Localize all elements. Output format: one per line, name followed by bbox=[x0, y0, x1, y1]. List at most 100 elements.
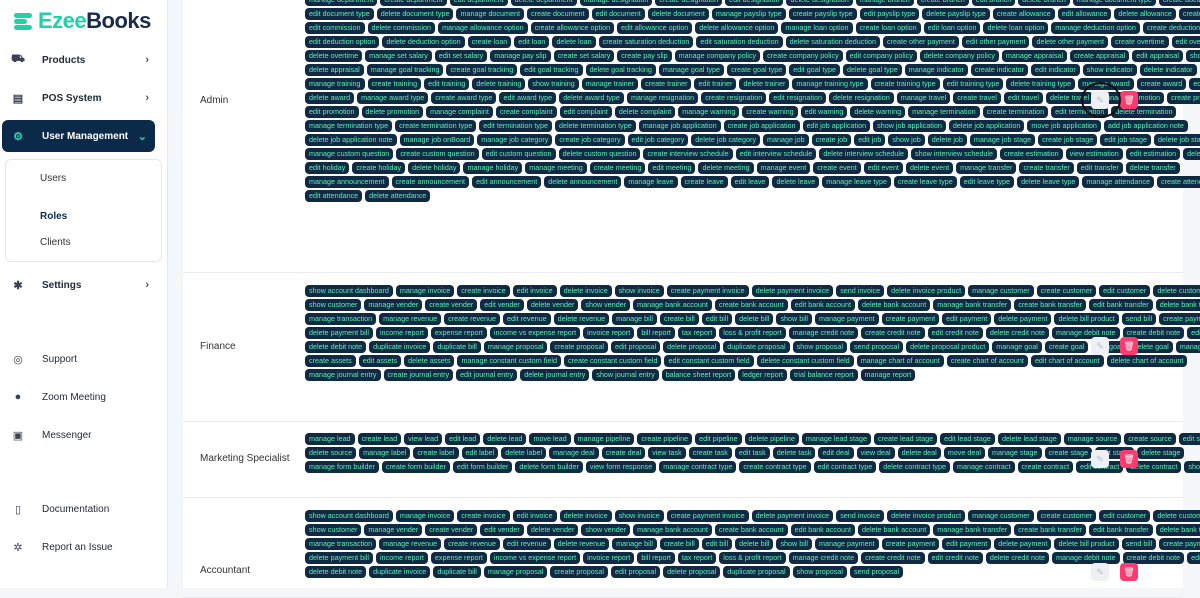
permission-badge: manage contract bbox=[952, 461, 1015, 473]
delete-role-button[interactable]: 🗑 bbox=[1120, 337, 1138, 355]
permission-badge: manage bank account bbox=[633, 299, 712, 311]
pencil-icon: ✎ bbox=[1096, 340, 1104, 351]
permission-badge: manage trainer bbox=[581, 78, 639, 90]
permission-badge: create proposal bbox=[550, 341, 608, 353]
document-icon: ▯ bbox=[14, 503, 22, 516]
permission-badge: edit promotion bbox=[305, 106, 359, 118]
permission-badge: manage goal type bbox=[658, 64, 725, 76]
permission-badge: delete debit note bbox=[305, 566, 367, 578]
permission-badge: create meeting bbox=[589, 162, 646, 174]
edit-role-button[interactable]: ✎ bbox=[1091, 563, 1109, 581]
permission-badge: edit deduction option bbox=[305, 36, 380, 48]
permission-badge: delete deduction option bbox=[382, 36, 465, 48]
permission-list: show account dashboard manage invoice crea… bbox=[305, 285, 1200, 383]
sidebar-item-support[interactable]: ◎ Support bbox=[2, 343, 157, 375]
permission-badge: delete complaint bbox=[614, 106, 676, 118]
permission-badge: edit trainer bbox=[694, 78, 737, 90]
permission-badge: edit event bbox=[863, 162, 903, 174]
permission-badge: create bank account bbox=[714, 299, 788, 311]
permission-badge: edit contract type bbox=[813, 461, 877, 473]
permission-badge: manage goal tracking bbox=[366, 64, 444, 76]
permission-badge: manage complaint bbox=[426, 106, 493, 118]
permission-badge: ledger report bbox=[738, 369, 787, 381]
highlight-circle bbox=[1081, 82, 1121, 118]
permission-badge: edit loan option bbox=[923, 22, 981, 34]
permission-badge: manage transaction bbox=[305, 313, 377, 325]
permission-badge: edit label bbox=[461, 447, 499, 459]
permission-badge: manage vender bbox=[364, 524, 423, 536]
delete-role-button[interactable]: 🗑 bbox=[1120, 91, 1138, 109]
permission-badge: edit payslip type bbox=[859, 8, 920, 20]
delete-role-button[interactable]: 🗑 bbox=[1120, 563, 1138, 581]
support-icon: ◎ bbox=[13, 353, 23, 366]
sidebar-subitem-users[interactable]: Users bbox=[40, 173, 66, 184]
permission-badge: manage job bbox=[763, 134, 809, 146]
sidebar-subitem-roles[interactable]: Roles bbox=[40, 211, 67, 222]
permission-badge: tax report bbox=[677, 327, 717, 339]
permission-badge: create saturation deduction bbox=[598, 36, 694, 48]
permission-badge: manage vender bbox=[364, 299, 423, 311]
permission-badge: edit transfer bbox=[1076, 162, 1123, 174]
sidebar-item-pos[interactable]: ▤ POS System › bbox=[2, 82, 157, 114]
app-logo[interactable]: EzeeBooks bbox=[12, 8, 151, 34]
sidebar-subitem-clients[interactable]: Clients bbox=[40, 237, 71, 248]
permission-badge: create payment bbox=[881, 313, 940, 325]
permission-badge: manage meeting bbox=[525, 162, 587, 174]
gear-icon: ✱ bbox=[13, 279, 23, 292]
permission-badge: manage job stage bbox=[969, 134, 1036, 146]
sidebar-item-products[interactable]: ⛟ Products › bbox=[2, 44, 157, 76]
permission-badge: add job application note bbox=[1103, 120, 1188, 132]
sidebar-item-report-issue[interactable]: ✲ Report an Issue bbox=[2, 531, 157, 563]
sidebar-item-settings[interactable]: ✱ Settings › bbox=[2, 269, 157, 301]
permission-badge: manage holiday bbox=[463, 162, 523, 174]
permission-badge: delete proposal bbox=[663, 566, 721, 578]
permission-badge: edit leave type bbox=[959, 176, 1015, 188]
edit-role-button[interactable]: ✎ bbox=[1091, 450, 1109, 468]
permission-badge: expense report bbox=[430, 327, 487, 339]
sidebar-item-messenger[interactable]: ▣ Messenger bbox=[2, 419, 157, 451]
permission-badge: show customer bbox=[305, 299, 362, 311]
permission-badge: create payslip type bbox=[788, 8, 857, 20]
permission-badge: delete constant custom field bbox=[756, 355, 854, 367]
permission-badge: manage report bbox=[860, 369, 916, 381]
sidebar-item-zoom-meeting[interactable]: ● Zoom Meeting bbox=[2, 381, 157, 413]
sidebar-item-label: Products bbox=[42, 54, 86, 66]
sidebar-item-documentation[interactable]: ▯ Documentation bbox=[2, 493, 157, 525]
permission-badge: edit award type bbox=[499, 92, 557, 104]
permission-badge: create appraisal bbox=[1070, 50, 1130, 62]
permission-badge: edit deal bbox=[818, 447, 854, 459]
sidebar-item-user-management[interactable]: ⚙ User Management ⌄ bbox=[2, 120, 155, 152]
permission-badge: create job stage bbox=[1038, 134, 1098, 146]
permission-badge: delete payslip type bbox=[922, 8, 990, 20]
edit-role-button[interactable]: ✎ bbox=[1091, 337, 1109, 355]
permission-badge: manage announcement bbox=[305, 176, 389, 188]
permission-badge: manage proposal bbox=[483, 341, 548, 353]
permission-badge: tax report bbox=[677, 552, 717, 564]
permission-badge: create job bbox=[811, 134, 852, 146]
delete-role-button[interactable]: 🗑 bbox=[1120, 450, 1138, 468]
permission-badge: create resignation bbox=[701, 92, 767, 104]
permission-badge: delete termination type bbox=[554, 120, 636, 132]
permission-badge: create stage bbox=[1044, 447, 1093, 459]
permission-badge: manage source bbox=[1063, 433, 1122, 445]
permission-badge: create payment bill bbox=[1159, 538, 1200, 550]
permission-badge: delete goal type bbox=[842, 64, 902, 76]
permission-badge: edit journal entry bbox=[456, 369, 518, 381]
permission-badge: edit complaint bbox=[559, 106, 612, 118]
users-icon: ⚙ bbox=[13, 130, 23, 143]
permission-badge: edit attendance bbox=[305, 190, 363, 202]
permission-badge: edit indicator bbox=[1031, 64, 1080, 76]
permission-badge: delete credit note bbox=[985, 552, 1049, 564]
permission-badge: edit goal tracking bbox=[520, 64, 583, 76]
sidebar-item-label: Zoom Meeting bbox=[42, 391, 106, 403]
permission-badge: manage bill bbox=[612, 538, 657, 550]
permission-badge: edit company policy bbox=[845, 50, 917, 62]
permission-badge: manage attendance bbox=[1082, 176, 1154, 188]
permission-badge: manage transaction bbox=[305, 538, 377, 550]
permission-badge: delete training type bbox=[1006, 78, 1076, 90]
permission-badge: manage payment bbox=[815, 538, 879, 550]
permission-badge: show bill bbox=[776, 538, 813, 550]
permission-badge: duplicate bill bbox=[433, 566, 481, 578]
permission-badge: delete estimation bbox=[1183, 148, 1200, 160]
chevron-right-icon: › bbox=[145, 92, 149, 104]
